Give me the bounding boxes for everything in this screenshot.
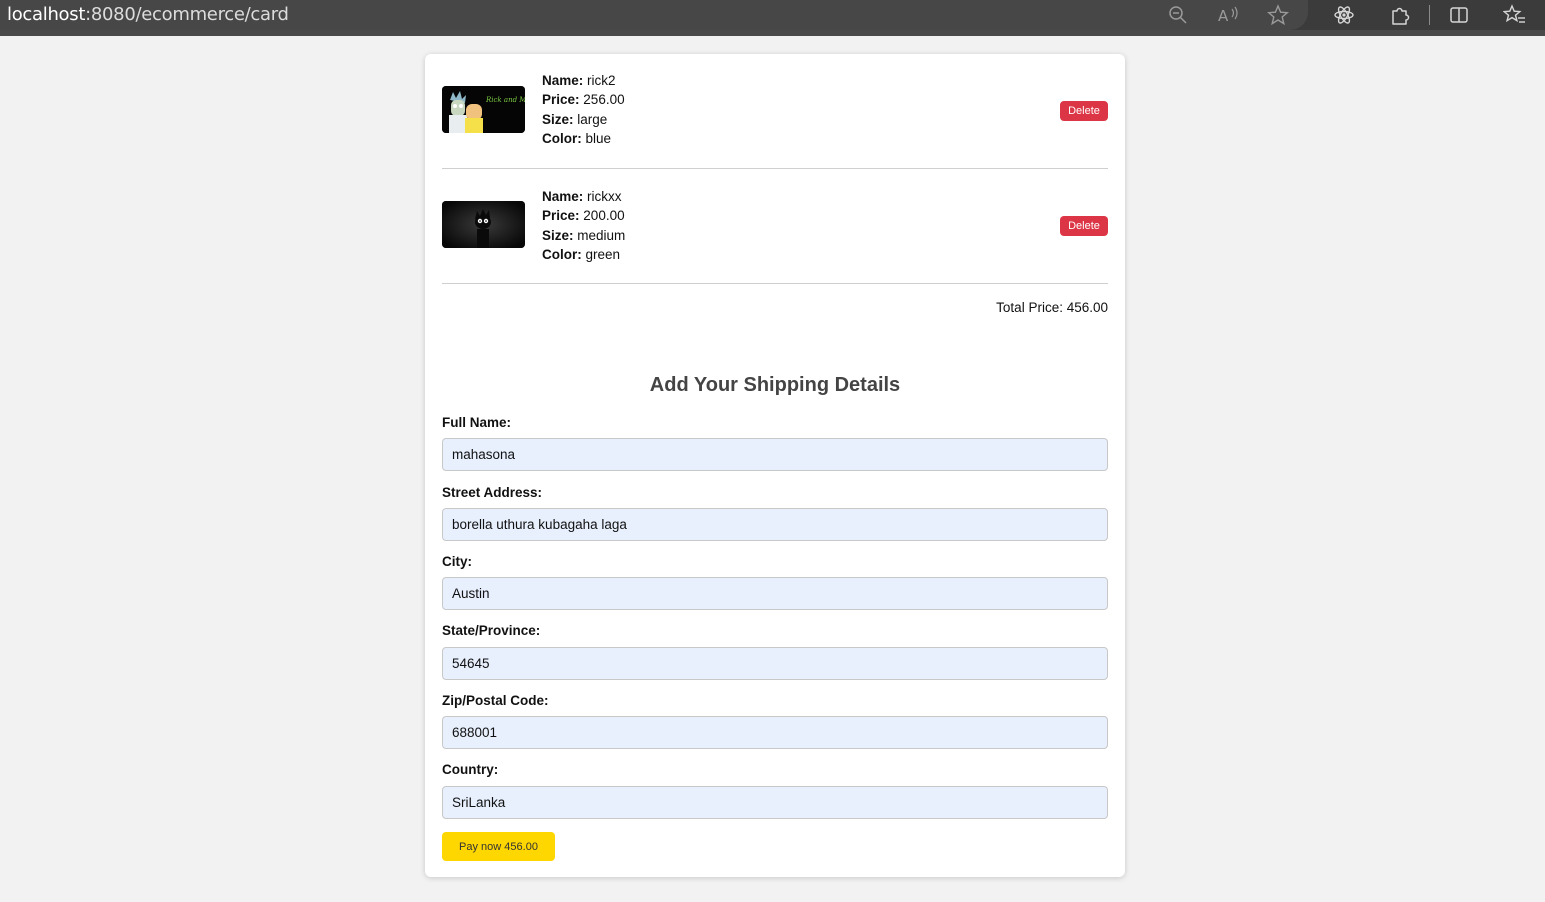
item-name: rickxx <box>587 189 622 204</box>
cart-card: Rick and Morty Name: rick2 Price: 256.00… <box>425 54 1125 877</box>
zip-label: Zip/Postal Code: <box>442 693 549 708</box>
url-path: :8080/ecommerce/card <box>85 4 289 25</box>
product-thumbnail: Rick and Morty <box>442 86 525 133</box>
url-text[interactable]: localhost:8080/ecommerce/card <box>7 4 289 25</box>
item-name: rick2 <box>587 73 616 88</box>
item-size: large <box>577 111 608 127</box>
size-label: Size: <box>542 111 574 127</box>
color-label: Color: <box>542 130 582 146</box>
toolbar-strip <box>0 30 1545 36</box>
extensions-puzzle-icon[interactable] <box>1387 2 1413 28</box>
item-price: 200.00 <box>583 208 625 224</box>
country-field[interactable] <box>442 786 1108 819</box>
dark-rick-image <box>442 201 525 248</box>
item-size: medium <box>577 227 626 243</box>
item-color: blue <box>585 130 612 146</box>
zoom-out-icon[interactable] <box>1165 2 1191 28</box>
item-details: Name: rickxx Price: 200.00 Size: medium … <box>542 187 625 264</box>
browser-toolbar: localhost:8080/ecommerce/card A <box>0 0 1545 36</box>
favorite-star-icon[interactable] <box>1265 2 1291 28</box>
delete-button[interactable]: Delete <box>1060 101 1108 121</box>
city-field[interactable] <box>442 577 1108 610</box>
split-screen-icon[interactable] <box>1446 2 1472 28</box>
country-label: Country: <box>442 762 499 777</box>
full-name-field[interactable] <box>442 438 1108 471</box>
address-bar[interactable]: localhost:8080/ecommerce/card <box>0 0 1308 30</box>
favorites-list-icon[interactable] <box>1502 2 1528 28</box>
city-label: City: <box>442 554 472 569</box>
react-devtools-icon[interactable] <box>1331 2 1357 28</box>
street-address-field[interactable] <box>442 508 1108 541</box>
pay-now-button[interactable]: Pay now 456.00 <box>442 832 555 861</box>
price-label: Price: <box>542 92 580 108</box>
color-label: Color: <box>542 246 582 262</box>
svg-text:Rick and Morty: Rick and Morty <box>485 96 525 104</box>
url-host: localhost <box>7 4 86 25</box>
svg-text:A: A <box>1218 7 1229 25</box>
name-label: Name: <box>542 189 584 204</box>
item-details: Name: rick2 Price: 256.00 Size: large Co… <box>542 71 625 148</box>
street-address-label: Street Address: <box>442 485 543 500</box>
product-thumbnail <box>442 201 525 248</box>
item-price: 256.00 <box>583 92 625 108</box>
shipping-title: Add Your Shipping Details <box>649 374 901 396</box>
state-field[interactable] <box>442 647 1108 680</box>
item-color: green <box>585 246 621 262</box>
item-divider <box>442 283 1108 284</box>
cart-item: Name: rickxx Price: 200.00 Size: medium … <box>442 187 1108 302</box>
zip-field[interactable] <box>442 716 1108 749</box>
state-label: State/Province: <box>442 623 541 638</box>
delete-button[interactable]: Delete <box>1060 216 1108 236</box>
price-label: Price: <box>542 208 580 224</box>
item-divider <box>442 168 1108 169</box>
name-label: Name: <box>542 73 584 88</box>
total-price: Total Price: 456.00 <box>996 300 1108 315</box>
read-aloud-icon[interactable]: A <box>1215 2 1241 28</box>
toolbar-separator <box>1429 5 1430 25</box>
size-label: Size: <box>542 227 574 243</box>
rick-and-morty-image: Rick and Morty <box>442 86 525 133</box>
full-name-label: Full Name: <box>442 415 512 430</box>
